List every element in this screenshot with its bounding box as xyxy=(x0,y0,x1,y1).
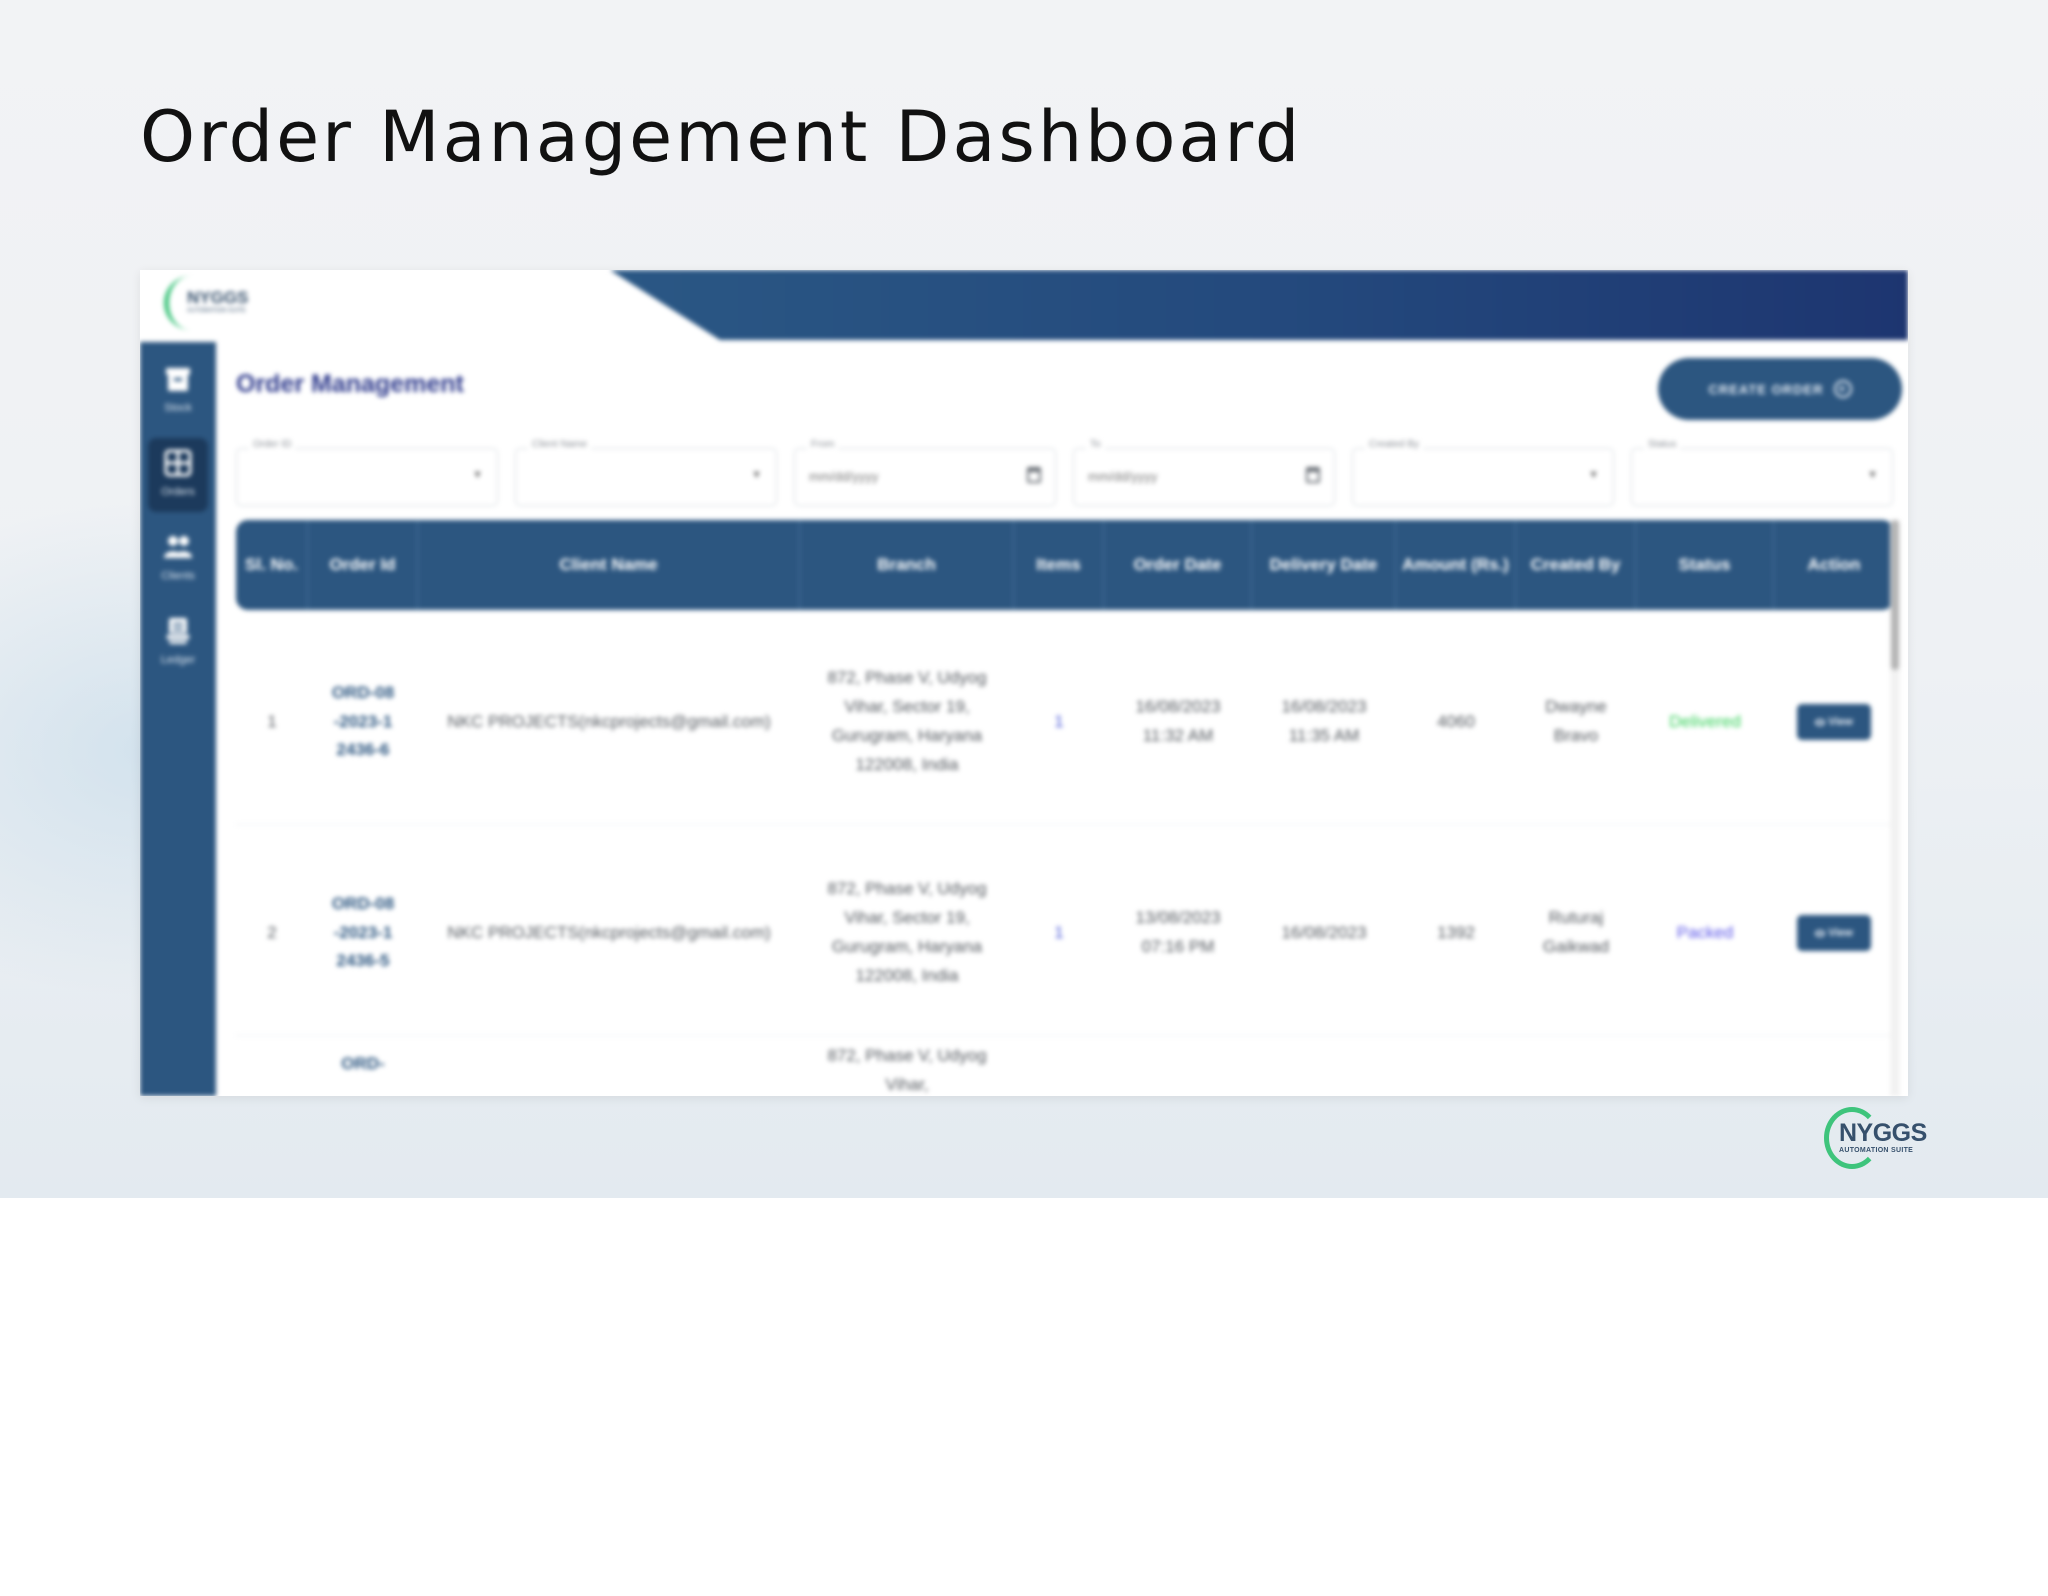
date-placeholder: mm/dd/yyyy xyxy=(809,469,879,484)
sidebar: Stock Orders Clients Ledger xyxy=(140,342,216,1096)
chevron-down-icon: ▼ xyxy=(751,469,762,481)
table-header: Sl. No. Order Id Client Name Branch Item… xyxy=(236,520,1894,610)
column-header-items[interactable]: Items xyxy=(1014,520,1104,610)
cell-sl: 2 xyxy=(267,922,277,942)
date-placeholder: mm/dd/yyyy xyxy=(1088,469,1158,484)
filter-label: Status xyxy=(1644,439,1681,450)
filter-label: From xyxy=(807,439,839,450)
footer-logo-subtitle: AUTOMATION SUITE xyxy=(1839,1147,1914,1154)
chevron-down-icon: ▼ xyxy=(472,469,483,481)
app-logo-subtitle: AUTOMATION SUITE xyxy=(187,308,246,314)
column-header-delivery-date[interactable]: Delivery Date xyxy=(1252,520,1396,610)
eye-icon xyxy=(1815,929,1826,937)
order-id-link[interactable]: ORD-08-2023-12436-5 xyxy=(308,831,418,1035)
grid-icon xyxy=(164,449,192,477)
items-link[interactable]: 1 xyxy=(1014,831,1104,1035)
cell-amount: 1392 xyxy=(1437,922,1475,942)
page-title: Order Management xyxy=(236,370,464,398)
calendar-icon[interactable] xyxy=(1306,467,1320,483)
column-header-order-date[interactable]: Order Date xyxy=(1104,520,1252,610)
column-header-client-name[interactable]: Client Name xyxy=(418,520,800,610)
cell-order-date: 13/08/2023 07:16 PM xyxy=(1135,908,1221,956)
column-header-status[interactable]: Status xyxy=(1636,520,1774,610)
cell-created-by: Ruturaj Gaikwad xyxy=(1542,908,1610,956)
sidebar-item-label: Orders xyxy=(161,486,195,498)
cell-sl: 1 xyxy=(267,711,277,731)
view-button[interactable]: View xyxy=(1797,915,1871,951)
cell-client-name: NKC PROJECTS(nkcprojects@gmail.com) xyxy=(447,922,771,942)
view-button[interactable]: View xyxy=(1797,704,1871,740)
column-header-order-id[interactable]: Order Id xyxy=(308,520,418,610)
order-id-link[interactable]: ORD- xyxy=(308,1042,418,1079)
ledger-icon xyxy=(165,618,191,644)
column-header-action[interactable]: Action xyxy=(1774,520,1894,610)
order-id-filter[interactable]: Order ID ▼ xyxy=(236,439,498,506)
column-header-created-by[interactable]: Created By xyxy=(1516,520,1636,610)
header-band xyxy=(610,270,1908,340)
sidebar-item-ledger[interactable]: Ledger xyxy=(148,606,208,680)
cell-delivery-date: 16/08/2023 11:35 AM xyxy=(1281,697,1367,745)
filter-label: Created By xyxy=(1365,439,1424,450)
to-date-input[interactable]: To mm/dd/yyyy xyxy=(1073,439,1335,506)
cell-action: View xyxy=(1774,831,1894,1035)
status-filter[interactable]: Status ▼ xyxy=(1631,439,1893,506)
create-order-label: CREATE ORDER xyxy=(1708,381,1824,397)
eye-icon xyxy=(1815,718,1826,726)
column-header-branch[interactable]: Branch xyxy=(800,520,1014,610)
cell-delivery-date: 16/08/2023 xyxy=(1281,922,1367,942)
app-logo[interactable]: NYGGS AUTOMATION SUITE xyxy=(164,276,248,330)
cell-branch: 872, Phase V, Udyog Vihar, Sector 19, Gu… xyxy=(827,879,987,985)
status-badge: Packed xyxy=(1676,922,1734,942)
footer-logo-text: NYGGS xyxy=(1839,1119,1927,1147)
footer-logo: NYGGS AUTOMATION SUITE xyxy=(1824,1107,1928,1169)
chevron-down-icon: ▼ xyxy=(1867,469,1878,481)
box-icon xyxy=(166,368,190,391)
slide-background: Order Management Dashboard NYGGS AUTOMAT… xyxy=(0,0,2048,1198)
scrollbar-thumb[interactable] xyxy=(1891,520,1899,670)
column-header-amount[interactable]: Amount (Rs.) xyxy=(1396,520,1516,610)
cell-amount: 4060 xyxy=(1437,711,1475,731)
sidebar-item-label: Stock xyxy=(164,402,192,414)
slide-title: Order Management Dashboard xyxy=(140,96,1303,178)
filter-label: To xyxy=(1086,439,1105,450)
sidebar-item-label: Clients xyxy=(161,570,195,582)
created-by-filter[interactable]: Created By ▼ xyxy=(1352,439,1614,506)
status-badge: Delivered xyxy=(1669,711,1741,731)
view-button-label: View xyxy=(1828,927,1853,939)
calendar-icon[interactable] xyxy=(1027,467,1041,483)
cell-action: View xyxy=(1774,620,1894,824)
app-header: NYGGS AUTOMATION SUITE xyxy=(140,270,1908,342)
sidebar-item-clients[interactable]: Clients xyxy=(148,522,208,596)
cell-client-name: NKC PROJECTS(nkcprojects@gmail.com) xyxy=(447,711,771,731)
app-logo-text: NYGGS xyxy=(187,288,249,307)
cell-created-by: Dwayne Bravo xyxy=(1545,697,1607,745)
blurred-app: NYGGS AUTOMATION SUITE Stock Orders Clie… xyxy=(140,270,1908,1096)
table-row[interactable]: 2 ORD-08-2023-12436-5 NKC PROJECTS(nkcpr… xyxy=(236,831,1894,1036)
sidebar-item-stock[interactable]: Stock xyxy=(148,354,208,428)
cell-branch: 872, Phase V, Udyog Vihar, xyxy=(827,1046,987,1094)
chevron-down-icon: ▼ xyxy=(1588,469,1599,481)
app-screenshot: NYGGS AUTOMATION SUITE Stock Orders Clie… xyxy=(140,270,1908,1096)
sidebar-item-label: Ledger xyxy=(160,654,196,666)
items-link[interactable]: 1 xyxy=(1014,620,1104,824)
column-header-sl[interactable]: Sl. No. xyxy=(236,520,308,610)
filter-label: Client Name xyxy=(528,439,592,450)
client-name-filter[interactable]: Client Name ▼ xyxy=(515,439,777,506)
sidebar-item-orders[interactable]: Orders xyxy=(148,438,208,512)
add-circle-icon: + xyxy=(1833,380,1852,398)
view-button-label: View xyxy=(1828,716,1853,728)
cell-order-date: 16/08/2023 11:32 AM xyxy=(1135,697,1221,745)
filter-label: Order ID xyxy=(249,439,296,450)
create-order-button[interactable]: CREATE ORDER + xyxy=(1658,358,1902,420)
cell-branch: 872, Phase V, Udyog Vihar, Sector 19, Gu… xyxy=(827,668,987,774)
order-id-link[interactable]: ORD-08-2023-12436-6 xyxy=(308,620,418,824)
from-date-input[interactable]: From mm/dd/yyyy xyxy=(794,439,1056,506)
users-icon xyxy=(164,536,192,558)
table-row[interactable]: ORD- 872, Phase V, Udyog Vihar, xyxy=(236,1042,1894,1096)
table-row[interactable]: 1 ORD-08-2023-12436-6 NKC PROJECTS(nkcpr… xyxy=(236,620,1894,825)
